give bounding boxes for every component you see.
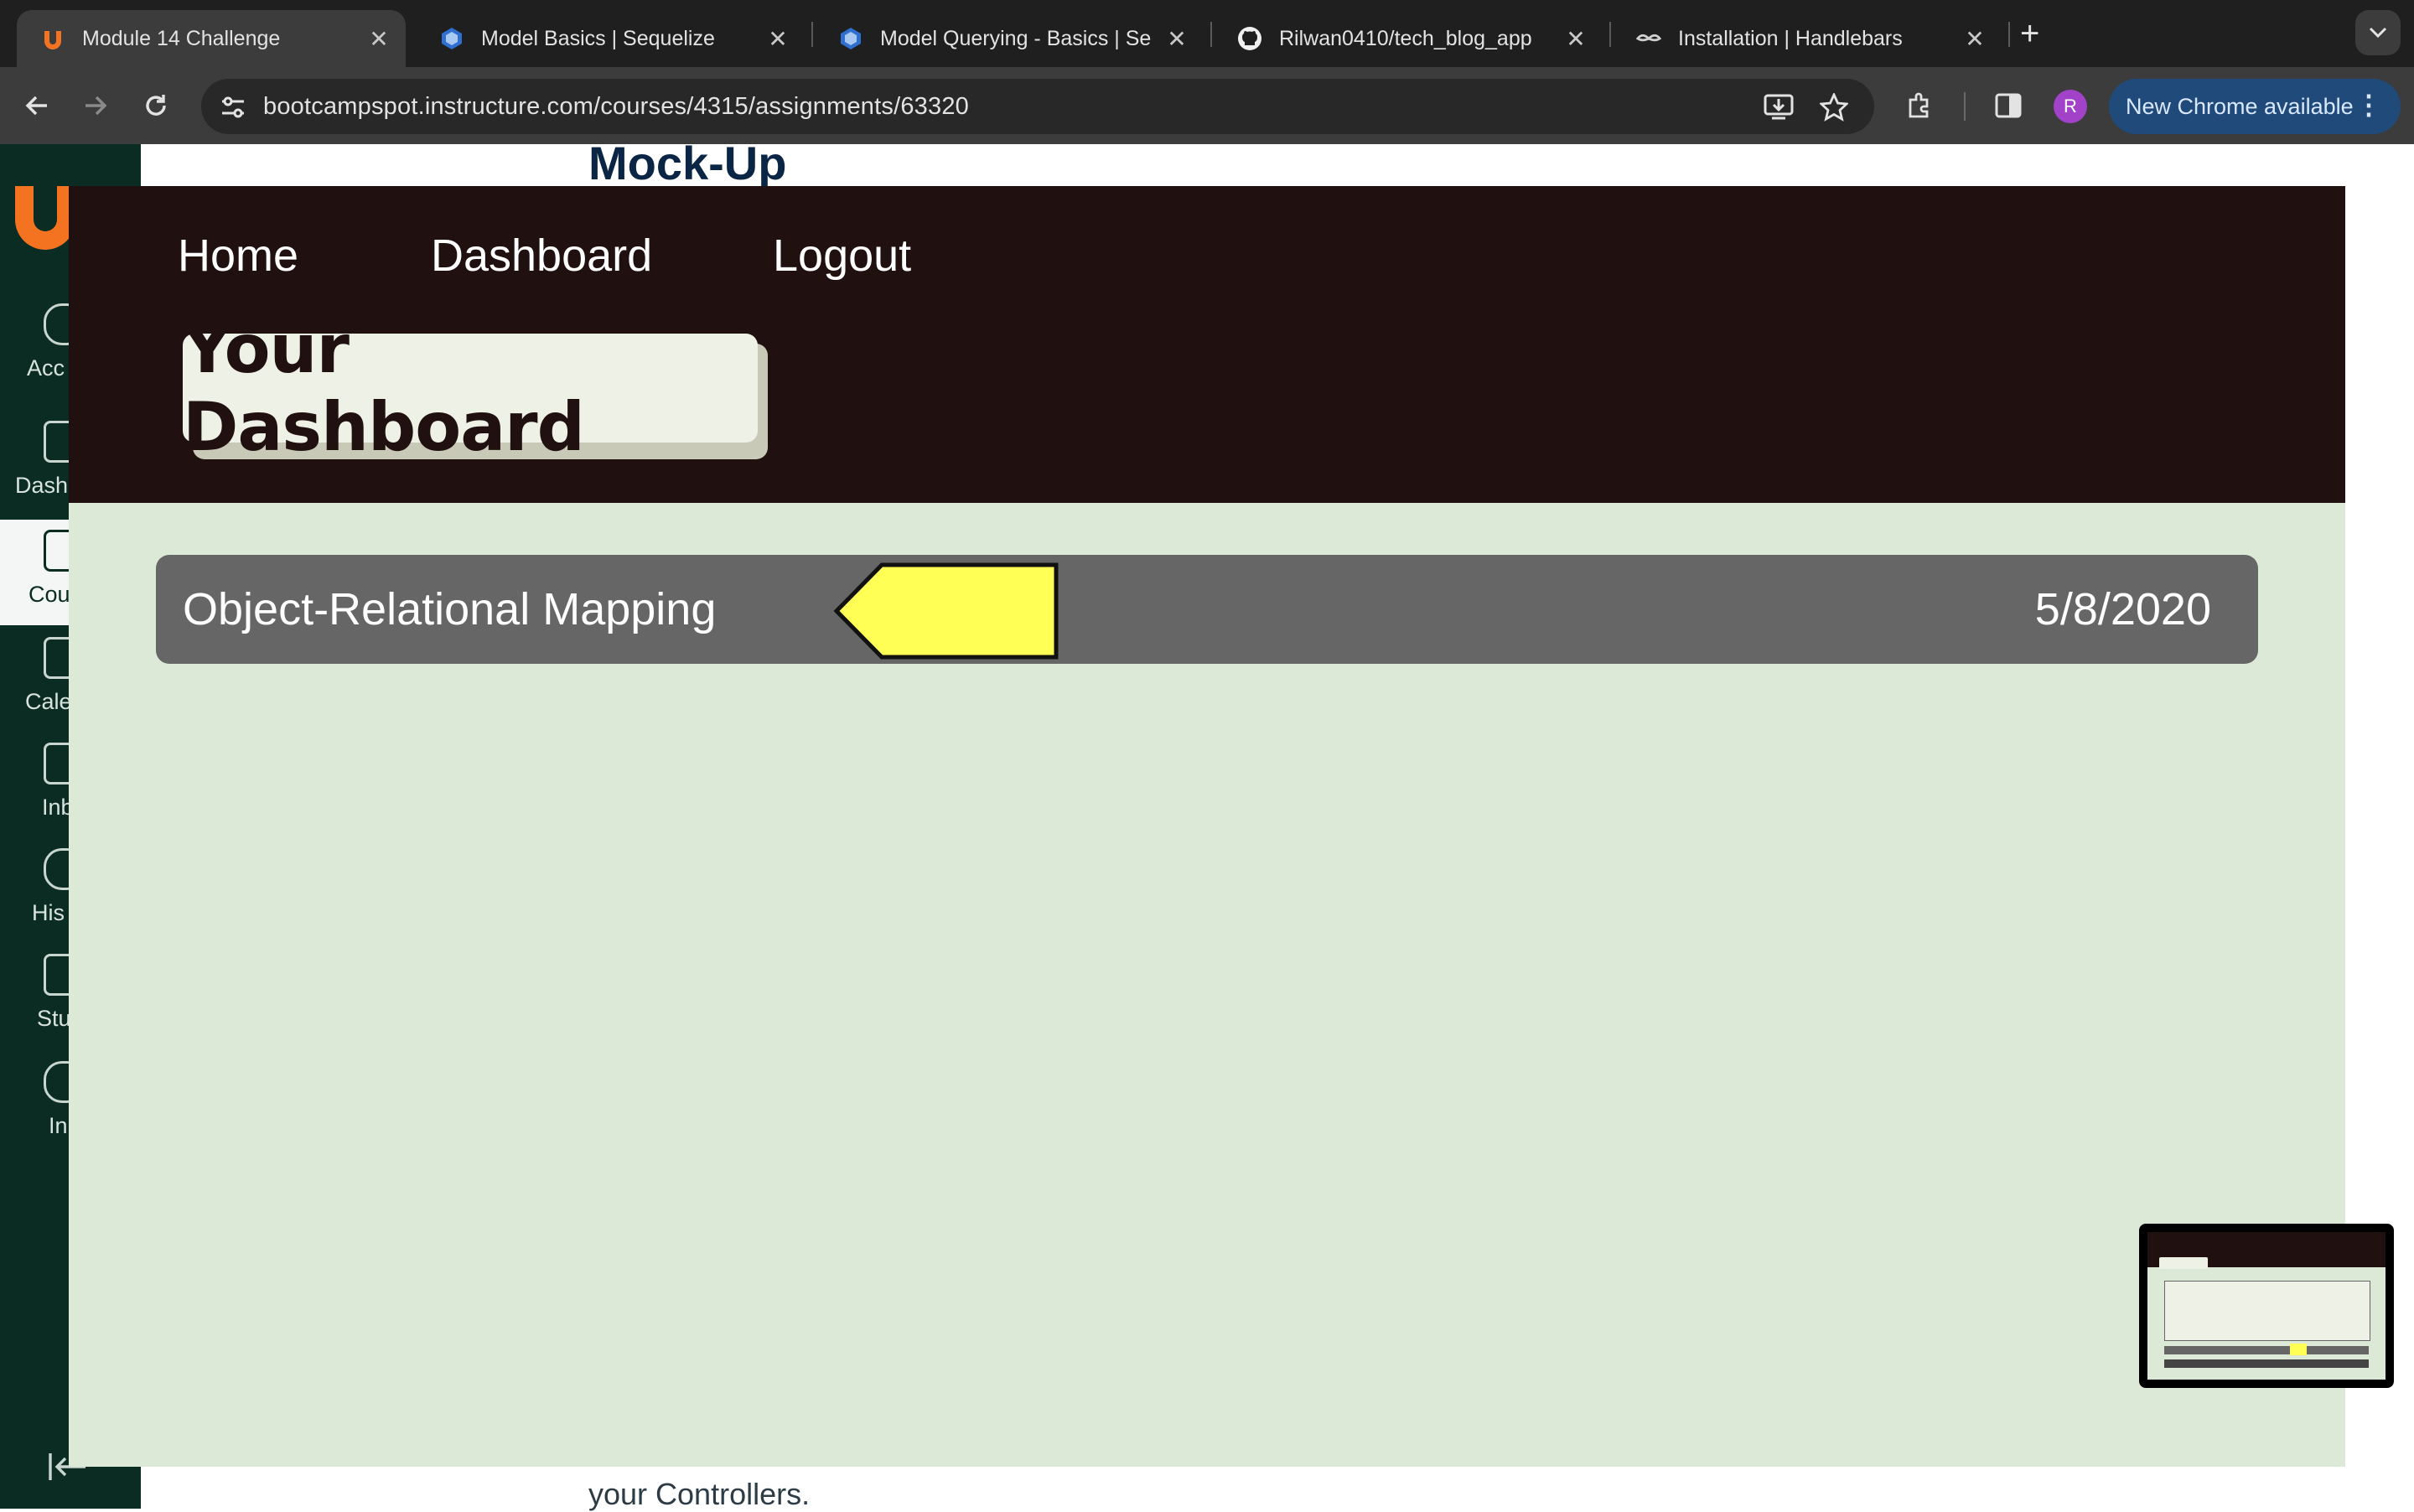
- post-date: 5/8/2020: [2034, 584, 2211, 634]
- close-icon[interactable]: ✕: [761, 25, 795, 53]
- nav-label: Acc: [27, 355, 65, 381]
- tab-separator: [811, 22, 813, 47]
- arrow-left-icon: [25, 96, 47, 116]
- body-text: your Controllers.: [588, 1477, 811, 1511]
- url-text: bootcampspot.instructure.com/courses/431…: [263, 93, 969, 120]
- tab-strip: Module 14 Challenge ✕ Model Basics | Seq…: [0, 0, 2414, 67]
- thumbnail-button: [2164, 1359, 2369, 1368]
- close-icon[interactable]: ✕: [1559, 25, 1593, 53]
- pointer-arrow-icon: [833, 562, 1059, 660]
- tab-model-querying[interactable]: Model Querying - Basics | Se ✕: [815, 10, 1204, 67]
- install-app-icon[interactable]: [1762, 91, 1795, 124]
- tab-title: Model Basics | Sequelize: [481, 26, 715, 50]
- u-logo-icon: [40, 26, 65, 51]
- tab-separator: [1609, 22, 1611, 47]
- thumbnail-form: [2164, 1281, 2370, 1341]
- tab-model-basics[interactable]: Model Basics | Sequelize ✕: [416, 10, 805, 67]
- tab-title: Module 14 Challenge: [82, 26, 281, 50]
- dashboard-title: Your Dashboard: [183, 310, 758, 466]
- tab-title: Rilwan0410/tech_blog_app: [1279, 26, 1532, 50]
- mockup-image: Home Dashboard Logout Your Dashboard Obj…: [69, 186, 2345, 1467]
- github-icon: [1237, 26, 1262, 51]
- thumbnail-title: [2159, 1257, 2208, 1269]
- extensions-icon[interactable]: [1899, 85, 1940, 126]
- toolbar-separator: [1964, 92, 1966, 121]
- close-icon[interactable]: ✕: [1958, 25, 1992, 53]
- tab-separator: [1210, 22, 1212, 47]
- nav-logout-link[interactable]: Logout: [773, 230, 911, 282]
- mockup-header: Home Dashboard Logout Your Dashboard: [69, 186, 2345, 503]
- sequelize-icon: [439, 26, 464, 51]
- update-chrome-button[interactable]: New Chrome available ⋮: [2109, 79, 2401, 134]
- page-heading: Mock-Up: [588, 137, 787, 189]
- tab-separator: [2008, 22, 2010, 47]
- profile-avatar[interactable]: R: [2054, 90, 2087, 123]
- sequelize-icon: [838, 26, 863, 51]
- post-title: Object-Relational Mapping: [183, 584, 717, 634]
- side-panel-icon[interactable]: [1988, 85, 2028, 126]
- tab-title: Installation | Handlebars: [1678, 26, 1903, 50]
- chevron-down-icon: [2369, 27, 2387, 39]
- nav-dashboard-link[interactable]: Dashboard: [431, 230, 652, 282]
- nav-label: Stu: [37, 1006, 71, 1031]
- thumbnail-button: [2164, 1346, 2369, 1354]
- tab-module-14-challenge[interactable]: Module 14 Challenge ✕: [17, 10, 406, 67]
- more-menu-icon[interactable]: ⋮: [2355, 89, 2382, 121]
- tab-title: Model Querying - Basics | Se: [880, 26, 1152, 50]
- nav-label: Cou: [28, 582, 70, 607]
- address-bar[interactable]: bootcampspot.instructure.com/courses/431…: [201, 79, 1874, 134]
- nav-label: Cale: [25, 689, 72, 714]
- close-icon[interactable]: ✕: [362, 25, 396, 53]
- new-tab-button[interactable]: +: [2020, 15, 2039, 53]
- thumbnail-pointer: [2290, 1344, 2307, 1355]
- post-list-item[interactable]: Object-Relational Mapping 5/8/2020: [156, 555, 2258, 664]
- reload-icon: [146, 95, 166, 116]
- mockup-thumbnail[interactable]: [2139, 1224, 2394, 1388]
- handlebars-icon: [1636, 26, 1661, 51]
- reload-button[interactable]: [134, 84, 178, 127]
- nav-label: Dash: [15, 473, 69, 498]
- bookmark-star-icon[interactable]: [1817, 91, 1851, 124]
- nav-home-link[interactable]: Home: [178, 230, 298, 282]
- site-settings-icon[interactable]: [216, 91, 250, 124]
- tab-handlebars[interactable]: Installation | Handlebars ✕: [1613, 10, 2002, 67]
- update-label: New Chrome available: [2126, 93, 2354, 119]
- forward-button[interactable]: [74, 84, 117, 127]
- close-icon[interactable]: ✕: [1160, 25, 1194, 53]
- tab-github-repo[interactable]: Rilwan0410/tech_blog_app ✕: [1214, 10, 1603, 67]
- back-button[interactable]: [15, 84, 59, 127]
- nav-label: His: [32, 900, 65, 925]
- browser-toolbar: bootcampspot.instructure.com/courses/431…: [0, 67, 2414, 144]
- tab-search-button[interactable]: [2355, 10, 2401, 55]
- nav-label: In: [49, 1113, 68, 1138]
- thumbnail-content: [2147, 1232, 2386, 1380]
- arrow-right-icon: [85, 96, 107, 116]
